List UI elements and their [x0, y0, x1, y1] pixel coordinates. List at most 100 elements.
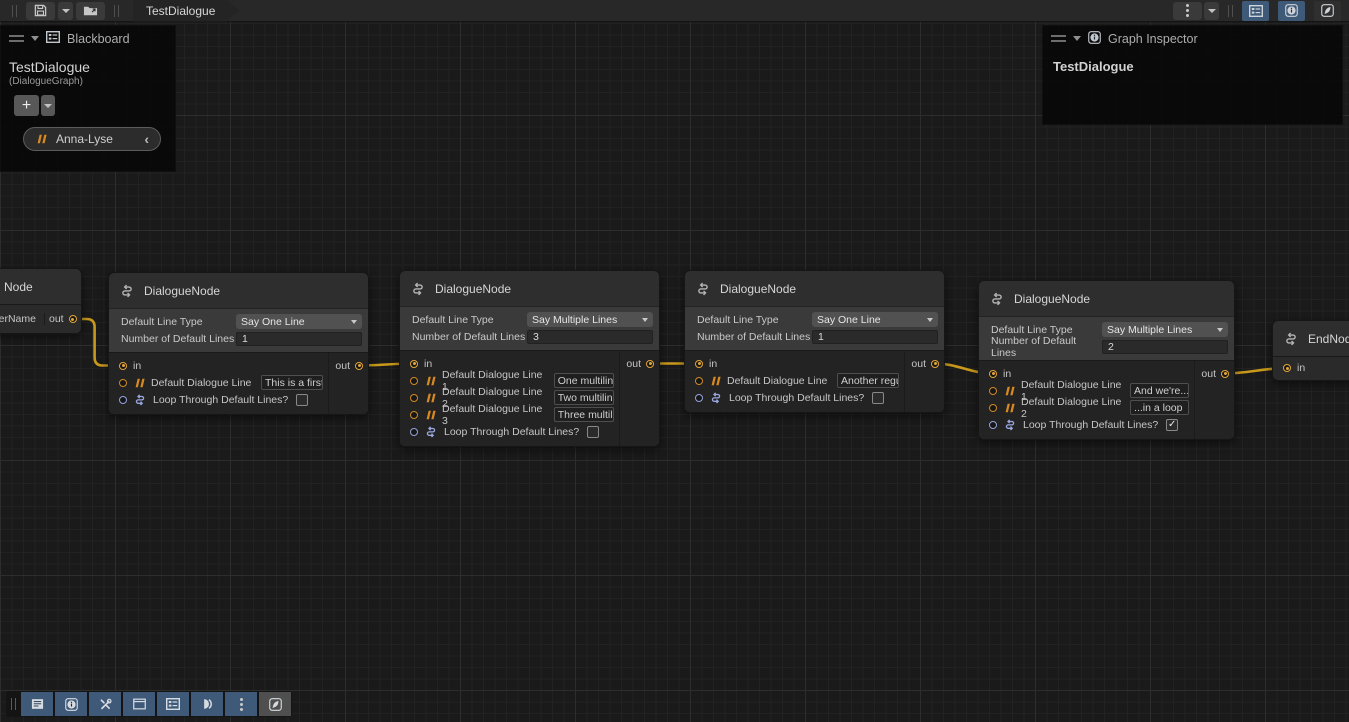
open-folder-button[interactable]	[76, 2, 105, 20]
info-toggle-button[interactable]	[55, 692, 87, 716]
caret-down-icon	[642, 318, 648, 322]
blackboard-header[interactable]: Blackboard	[1, 26, 175, 51]
graph-tab[interactable]: TestDialogue	[133, 0, 239, 22]
blackboard-title: Blackboard	[67, 32, 130, 46]
field-default-dialogue-line[interactable]: This is a first	[261, 375, 323, 390]
drag-handle-icon[interactable]	[9, 35, 24, 42]
port-out[interactable]	[646, 360, 654, 368]
port-default-dialogue-line-2[interactable]	[410, 394, 418, 402]
dialogue-node-4[interactable]: DialogueNodeDefault Line TypeSay Multipl…	[978, 280, 1235, 440]
transition-toggle-button[interactable]	[191, 692, 223, 716]
checkbox-loop-through-default-lines[interactable]	[587, 426, 599, 438]
blackboard-icon	[166, 698, 180, 710]
port-default-dialogue-line-2[interactable]	[989, 404, 997, 412]
input-number-of-default-lines[interactable]: 1	[236, 332, 362, 346]
graph-editor-canvas[interactable]: NodekerNameout DialogueNodeDefault Line T…	[0, 0, 1349, 722]
checkbox-loop-through-default-lines[interactable]: ✓	[1166, 419, 1178, 431]
input-number-of-default-lines[interactable]: 2	[1102, 340, 1228, 354]
node-title-bar[interactable]: Node	[0, 269, 81, 304]
field-default-dialogue-line[interactable]: Another regu	[837, 373, 899, 388]
end-node[interactable]: EndNodein	[1272, 320, 1349, 381]
loop-icon	[1003, 418, 1017, 431]
node-title-bar[interactable]: DialogueNode	[400, 271, 659, 306]
dropdown-default-line-type[interactable]: Say One Line	[812, 312, 938, 327]
input-number-of-default-lines[interactable]: 3	[527, 330, 653, 344]
dialogue-node-3[interactable]: DialogueNodeDefault Line TypeSay One Lin…	[684, 270, 945, 413]
toolbar-drag-handle[interactable]	[1228, 5, 1233, 17]
port-in[interactable]	[1283, 364, 1291, 372]
quote-icon	[424, 376, 436, 386]
property-label: Number of Default Lines	[121, 333, 236, 345]
feather-toggle-button[interactable]	[259, 692, 291, 716]
field-default-dialogue-line-2[interactable]: ...in a loop	[1130, 400, 1189, 415]
field-default-dialogue-line-1[interactable]: One multiline	[554, 373, 614, 388]
input-value: 3	[533, 331, 539, 343]
console-toggle-button[interactable]	[21, 692, 53, 716]
node-title-bar[interactable]: EndNode	[1273, 321, 1349, 356]
add-property-dropdown-button[interactable]	[41, 95, 55, 116]
toolbar-drag-handle[interactable]	[12, 5, 17, 17]
kebab-toggle-button[interactable]	[225, 692, 257, 716]
foldout-triangle-icon[interactable]	[31, 36, 39, 41]
dropdown-default-line-type[interactable]: Say One Line	[236, 314, 362, 329]
node-title-bar[interactable]: DialogueNode	[685, 271, 944, 306]
blackboard-panel[interactable]: Blackboard TestDialogue (DialogueGraph) …	[0, 25, 176, 172]
node-ports: inDefault Dialogue LineAnother reguLoop …	[685, 350, 944, 412]
dialogue-node-2[interactable]: DialogueNodeDefault Line TypeSay Multipl…	[399, 270, 660, 447]
node-title-bar[interactable]: DialogueNode	[109, 273, 368, 308]
node-title: DialogueNode	[144, 284, 220, 298]
dropdown-value: Say Multiple Lines	[1107, 324, 1192, 336]
port-out[interactable]	[1221, 370, 1229, 378]
info-toggle-button[interactable]	[1278, 1, 1305, 21]
field-default-dialogue-line-2[interactable]: Two multiline	[554, 390, 614, 405]
kebab-button[interactable]	[1173, 2, 1202, 20]
graph-inspector-panel[interactable]: Graph Inspector TestDialogue	[1042, 25, 1343, 125]
blackboard-field-anna-lyse[interactable]: Anna-Lyse ‹	[23, 127, 161, 151]
quote-icon	[424, 393, 436, 403]
port-label: in	[1003, 368, 1011, 380]
port-default-dialogue-line-3[interactable]	[410, 411, 418, 419]
port-loop-through-default-lines[interactable]	[119, 396, 127, 404]
port-loop-through-default-lines[interactable]	[989, 421, 997, 429]
caret-down-button[interactable]	[58, 2, 73, 20]
window-toggle-button[interactable]	[123, 692, 155, 716]
add-property-button[interactable]: +	[14, 95, 39, 116]
dialogue-node-1[interactable]: DialogueNodeDefault Line TypeSay One Lin…	[108, 272, 369, 415]
toolbar-drag-handle[interactable]	[11, 698, 16, 710]
dropdown-default-line-type[interactable]: Say Multiple Lines	[1102, 322, 1228, 337]
feather-toggle-button[interactable]	[1314, 1, 1341, 21]
port-loop-through-default-lines[interactable]	[695, 394, 703, 402]
collapse-chevron-icon[interactable]: ‹	[144, 131, 149, 147]
graph-inspector-header[interactable]: Graph Inspector	[1043, 26, 1342, 51]
node-ports: inDefault Dialogue Line 1One multilineDe…	[400, 350, 659, 446]
field-default-dialogue-line-1[interactable]: And we're...	[1130, 383, 1189, 398]
port-in[interactable]	[410, 360, 418, 368]
port-out[interactable]	[69, 315, 77, 323]
checkbox-loop-through-default-lines[interactable]	[296, 394, 308, 406]
port-default-dialogue-line-1[interactable]	[989, 387, 997, 395]
dropdown-default-line-type[interactable]: Say Multiple Lines	[527, 312, 653, 327]
toolbar-drag-handle[interactable]	[114, 5, 119, 17]
port-out[interactable]	[931, 360, 939, 368]
port-in[interactable]	[695, 360, 703, 368]
port-default-dialogue-line-1[interactable]	[410, 377, 418, 385]
port-in[interactable]	[119, 362, 127, 370]
drag-handle-icon[interactable]	[1051, 35, 1066, 42]
info-icon	[1285, 4, 1298, 17]
node-title-bar[interactable]: DialogueNode	[979, 281, 1234, 316]
checkbox-loop-through-default-lines[interactable]	[872, 392, 884, 404]
port-loop-through-default-lines[interactable]	[410, 428, 418, 436]
tools-toggle-button[interactable]	[89, 692, 121, 716]
save-button[interactable]	[26, 2, 55, 20]
blackboard-toggle-button[interactable]	[157, 692, 189, 716]
speaker-node[interactable]: NodekerNameout	[0, 268, 82, 334]
port-out[interactable]	[355, 362, 363, 370]
port-in[interactable]	[989, 370, 997, 378]
port-default-dialogue-line[interactable]	[695, 377, 703, 385]
port-default-dialogue-line[interactable]	[119, 379, 127, 387]
blackboard-toggle-button[interactable]	[1242, 1, 1269, 21]
field-default-dialogue-line-3[interactable]: Three multilin	[554, 407, 614, 422]
input-number-of-default-lines[interactable]: 1	[812, 330, 938, 344]
caret-down-button[interactable]	[1204, 2, 1219, 20]
foldout-triangle-icon[interactable]	[1073, 36, 1081, 41]
